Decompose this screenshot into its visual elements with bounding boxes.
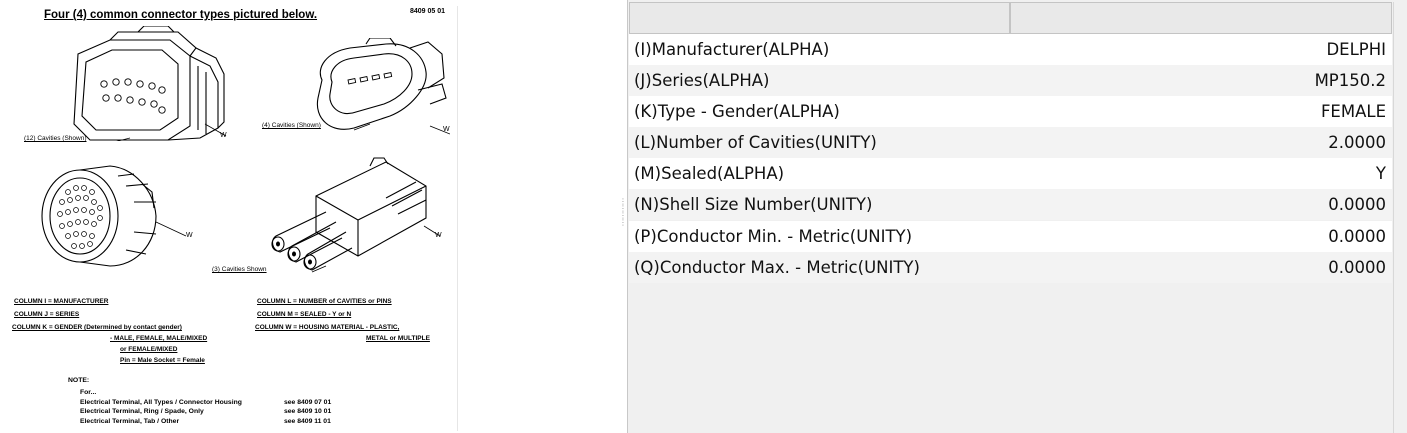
property-row-conductor-max[interactable]: (Q)Conductor Max. - Metric(UNITY) 0.0000: [629, 252, 1392, 283]
note-ref-3: see 8409 11 01: [284, 418, 331, 425]
note-line-2: Electrical Terminal, Ring / Spade, Only: [80, 408, 204, 415]
note-ref-2: see 8409 10 01: [284, 408, 332, 415]
property-value: 2.0000: [1328, 133, 1386, 152]
legend-column-w: COLUMN W = HOUSING MATERIAL - PLASTIC,: [255, 324, 400, 331]
property-row-type-gender[interactable]: (K)Type - Gender(ALPHA) FEMALE: [629, 96, 1392, 127]
w-label-4: W: [435, 232, 442, 239]
note-ref-1: see 8409 07 01: [284, 399, 332, 406]
property-label: (I)Manufacturer(ALPHA): [634, 40, 830, 59]
property-row-shell-size-number[interactable]: (N)Shell Size Number(UNITY) 0.0000: [629, 189, 1392, 220]
note-for: For...: [80, 389, 97, 396]
sheet-number: 8409 05 01: [410, 8, 446, 15]
property-row-sealed[interactable]: (M)Sealed(ALPHA) Y: [629, 158, 1392, 189]
caption-12-cavities: (12) Cavities (Shown): [24, 135, 87, 142]
connector-round-drawing: [41, 165, 187, 267]
header-column-name[interactable]: [629, 2, 1010, 34]
property-value: 0.0000: [1328, 195, 1386, 214]
property-value: MP150.2: [1314, 71, 1386, 90]
property-label: (J)Series(ALPHA): [634, 71, 770, 90]
legend-column-m: COLUMN M = SEALED - Y or N: [257, 311, 352, 318]
legend-column-k-values-2: or FEMALE/MIXED: [120, 346, 178, 353]
property-value: Y: [1375, 164, 1386, 183]
connector-12-cavity-drawing: [73, 26, 227, 141]
note-label: NOTE:: [68, 377, 90, 384]
property-label: (N)Shell Size Number(UNITY): [634, 195, 873, 214]
legend-column-k: COLUMN K = GENDER (Determined by contact…: [12, 324, 182, 331]
right-edge-panel: [1393, 2, 1407, 433]
properties-pane: (I)Manufacturer(ALPHA) DELPHI (J)Series(…: [629, 2, 1393, 433]
property-label: (P)Conductor Min. - Metric(UNITY): [634, 227, 913, 246]
connector-reference-sheet: Four (4) common connector types pictured…: [10, 6, 458, 431]
w-label-2: W: [443, 126, 450, 133]
property-row-conductor-min[interactable]: (P)Conductor Min. - Metric(UNITY) 0.0000: [629, 221, 1392, 252]
property-label: (K)Type - Gender(ALPHA): [634, 102, 840, 121]
header-column-value[interactable]: [1010, 2, 1392, 34]
connector-3-cavity-drawing: [271, 157, 441, 273]
sheet-title: Four (4) common connector types pictured…: [44, 9, 318, 21]
caption-4-cavities: (4) Cavities (Shown): [262, 122, 321, 129]
note-line-1: Electrical Terminal, All Types / Connect…: [80, 399, 242, 406]
legend-pin-socket: Pin = Male Socket = Female: [120, 357, 205, 364]
property-label: (M)Sealed(ALPHA): [634, 164, 785, 183]
properties-header: [629, 2, 1392, 34]
legend-column-j: COLUMN J = SERIES: [14, 311, 80, 318]
property-row-series[interactable]: (J)Series(ALPHA) MP150.2: [629, 65, 1392, 96]
w-label-3: W: [186, 232, 193, 239]
property-value: 0.0000: [1328, 227, 1386, 246]
property-row-manufacturer[interactable]: (I)Manufacturer(ALPHA) DELPHI: [629, 34, 1392, 65]
legend-column-i: COLUMN I = MANUFACTURER: [14, 298, 109, 305]
legend-column-k-values: - MALE, FEMALE, MALE/MIXED: [110, 335, 208, 342]
property-label: (Q)Conductor Max. - Metric(UNITY): [634, 258, 920, 277]
property-value: DELPHI: [1326, 40, 1386, 59]
connector-4-cavity-drawing: [316, 38, 450, 135]
property-label: (L)Number of Cavities(UNITY): [634, 133, 877, 152]
property-value: 0.0000: [1328, 258, 1386, 277]
note-line-3: Electrical Terminal, Tab / Other: [80, 418, 180, 425]
legend-column-w-values: METAL or MULTIPLE: [366, 335, 430, 342]
splitter-grip-icon[interactable]: ⋮ ⋮ ⋮ ⋮: [619, 198, 627, 234]
w-label-1: W: [220, 132, 227, 139]
left-pane: Four (4) common connector types pictured…: [0, 0, 628, 433]
caption-3-cavities: (3) Cavities Shown: [212, 266, 267, 273]
property-row-number-of-cavities[interactable]: (L)Number of Cavities(UNITY) 2.0000: [629, 127, 1392, 158]
legend-column-l: COLUMN L = NUMBER of CAVITIES or PINS: [257, 298, 392, 305]
property-value: FEMALE: [1320, 102, 1386, 121]
